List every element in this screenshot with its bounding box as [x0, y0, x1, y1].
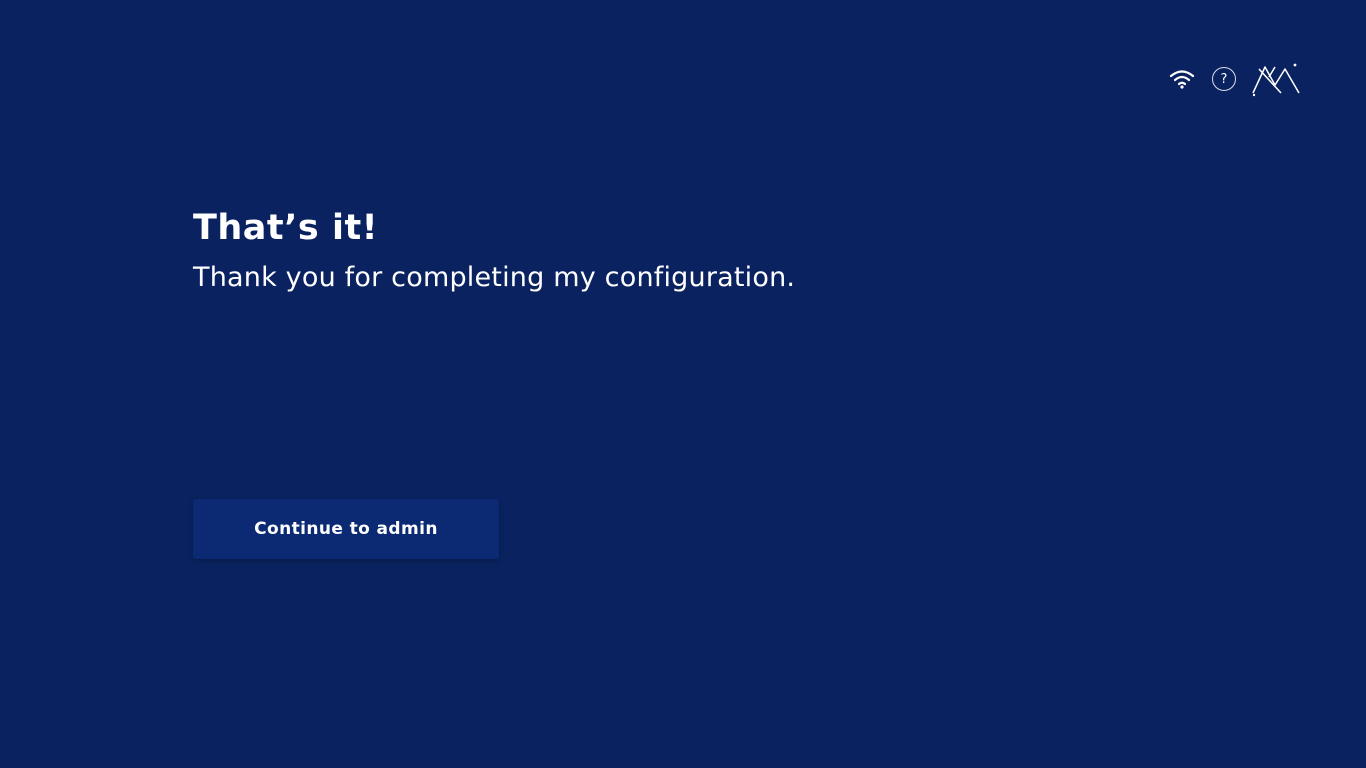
- completion-text: Thank you for completing my configuratio…: [193, 262, 796, 294]
- wifi-icon: [1168, 67, 1196, 91]
- top-status-bar: ?: [1168, 60, 1302, 98]
- help-icon[interactable]: ?: [1212, 67, 1236, 91]
- brand-logo-icon: [1250, 60, 1302, 98]
- completion-message: That’s it! Thank you for completing my c…: [193, 208, 795, 293]
- continue-to-admin-button[interactable]: Continue to admin: [193, 499, 499, 559]
- page-title: That’s it!: [193, 208, 379, 248]
